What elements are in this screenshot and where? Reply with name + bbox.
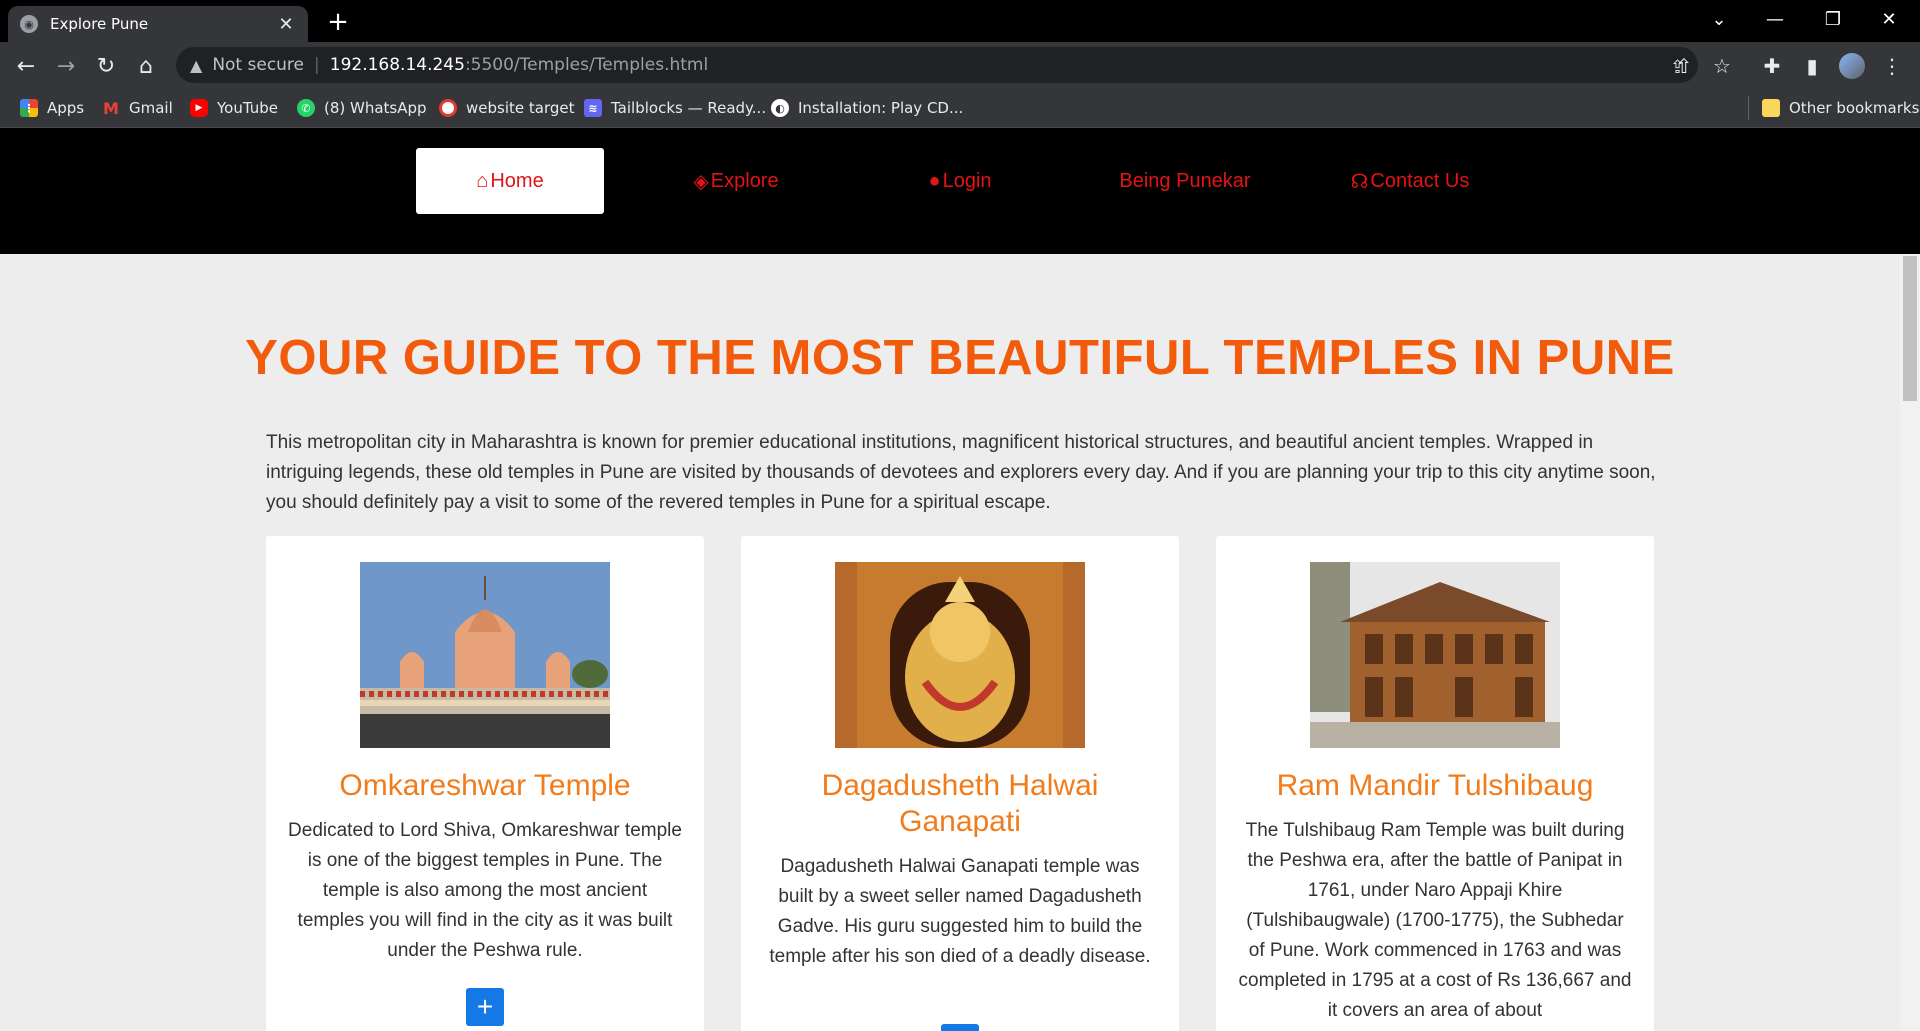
forward-icon[interactable]: → bbox=[50, 50, 82, 82]
url-path: :5500/Temples/Temples.html bbox=[464, 55, 709, 75]
url-separator: | bbox=[314, 55, 320, 75]
bookmark-gmail[interactable]: M Gmail bbox=[102, 96, 173, 120]
nav-contact-us[interactable]: ☊ Contact Us bbox=[1316, 148, 1504, 214]
nav-home[interactable]: ⌂ Home bbox=[416, 148, 604, 214]
bookmark-other[interactable]: Other bookmarks bbox=[1762, 96, 1919, 120]
share-page-icon[interactable]: ⇧ bbox=[1668, 50, 1700, 82]
bookmark-star-icon[interactable]: ☆ bbox=[1706, 50, 1738, 82]
card-title: Omkareshwar Temple bbox=[339, 769, 631, 802]
bookmark-youtube[interactable]: ▶ YouTube bbox=[190, 96, 278, 120]
menu-kebab-icon[interactable]: ⋮ bbox=[1876, 50, 1908, 82]
card-description: The Tulshibaug Ram Temple was built duri… bbox=[1238, 820, 1632, 1021]
bookmark-label: (8) WhatsApp bbox=[324, 99, 427, 117]
extensions-puzzle-icon[interactable]: ✚ bbox=[1756, 50, 1788, 82]
nav-being-punekar-label: Being Punekar bbox=[1119, 169, 1251, 192]
youtube-icon: ▶ bbox=[190, 99, 208, 117]
bookmark-website-target[interactable]: website target bbox=[439, 96, 575, 120]
bookmark-installation[interactable]: ◐ Installation: Play CD... bbox=[771, 96, 963, 120]
reload-icon[interactable]: ↻ bbox=[90, 50, 122, 82]
bookmark-label: Tailblocks — Ready... bbox=[611, 99, 767, 117]
restore-button[interactable]: ❐ bbox=[1810, 0, 1856, 38]
nav-login[interactable]: ● Login bbox=[866, 148, 1054, 214]
headset-icon: ☊ bbox=[1350, 170, 1369, 193]
dagadusheth-ganapati-image bbox=[835, 562, 1085, 748]
nav-contact-label: Contact Us bbox=[1370, 169, 1470, 192]
bookmark-whatsapp[interactable]: ✆ (8) WhatsApp bbox=[297, 96, 427, 120]
bookmark-apps[interactable]: ⋮ Apps bbox=[20, 96, 84, 120]
scrollbar-thumb[interactable] bbox=[1903, 256, 1917, 401]
close-window-button[interactable]: ✕ bbox=[1866, 0, 1912, 38]
bookmark-tailblocks[interactable]: ≋ Tailblocks — Ready... bbox=[584, 96, 766, 120]
browser-tab[interactable]: ◉ Explore Pune ✕ bbox=[8, 6, 308, 42]
gmail-icon: M bbox=[103, 98, 119, 118]
bookmarks-bar: ⋮ Apps M Gmail ▶ YouTube ✆ (8) WhatsApp … bbox=[0, 88, 1920, 128]
url-host: 192.168.14.245 bbox=[329, 55, 465, 75]
browser-tab-bar: ◉ Explore Pune ✕ + ⌄ — ❐ ✕ bbox=[0, 0, 1920, 42]
close-tab-icon[interactable]: ✕ bbox=[276, 14, 296, 35]
user-icon: ● bbox=[928, 169, 941, 192]
bookmark-label: Installation: Play CD... bbox=[798, 99, 964, 117]
bookmark-label: Gmail bbox=[129, 99, 173, 117]
ram-mandir-tulshibaug-image bbox=[1310, 562, 1560, 748]
side-panel-icon[interactable]: ▮ bbox=[1796, 50, 1828, 82]
warning-icon: ▲ bbox=[190, 55, 203, 75]
tab-title: Explore Pune bbox=[50, 15, 149, 33]
bookmarks-divider bbox=[1748, 96, 1749, 120]
expand-button[interactable]: + bbox=[941, 1024, 979, 1031]
globe-icon: ◐ bbox=[771, 99, 789, 117]
tailblocks-icon: ≋ bbox=[584, 99, 602, 117]
browser-toolbar: ← → ↻ ⌂ ▲ Not secure | 192.168.14.245 :5… bbox=[0, 42, 1920, 88]
bookmark-label: website target bbox=[466, 99, 575, 117]
bookmark-label: Other bookmarks bbox=[1789, 99, 1920, 117]
bookmark-label: Apps bbox=[47, 99, 85, 117]
card-title: Dagadusheth Halwai Ganapati bbox=[821, 769, 1099, 838]
temple-card-omkareshwar: Omkareshwar Temple Dedicated to Lord Shi… bbox=[266, 536, 704, 1031]
card-description: Dagadusheth Halwai Ganapati temple was b… bbox=[769, 856, 1151, 967]
site-navbar: ⌂ Home ◈ Explore ● Login Being Punekar ☊… bbox=[0, 128, 1920, 254]
temple-card-ram-mandir: Ram Mandir Tulshibaug The Tulshibaug Ram… bbox=[1216, 536, 1654, 1031]
globe-icon: ◉ bbox=[20, 15, 38, 33]
apps-grid-icon: ⋮ bbox=[20, 99, 38, 117]
card-description: Dedicated to Lord Shiva, Omkareshwar tem… bbox=[288, 820, 682, 961]
expand-button[interactable]: + bbox=[466, 988, 504, 1026]
address-bar[interactable]: ▲ Not secure | 192.168.14.245 :5500/Temp… bbox=[176, 47, 1698, 83]
nav-being-punekar[interactable]: Being Punekar bbox=[1091, 148, 1279, 214]
main-content: YOUR GUIDE TO THE MOST BEAUTIFUL TEMPLES… bbox=[0, 254, 1900, 1031]
nav-home-label: Home bbox=[490, 169, 544, 192]
tab-search-icon[interactable]: ⌄ bbox=[1696, 0, 1742, 38]
page-headline: YOUR GUIDE TO THE MOST BEAUTIFUL TEMPLES… bbox=[245, 331, 1675, 385]
bookmark-label: YouTube bbox=[217, 99, 278, 117]
target-icon bbox=[439, 99, 457, 117]
intro-paragraph: This metropolitan city in Maharashtra is… bbox=[266, 432, 1656, 513]
profile-avatar[interactable] bbox=[1836, 50, 1868, 82]
whatsapp-icon: ✆ bbox=[297, 99, 315, 117]
nav-login-label: Login bbox=[942, 169, 992, 192]
nav-explore-label: Explore bbox=[710, 169, 779, 192]
nav-explore[interactable]: ◈ Explore bbox=[642, 148, 830, 214]
new-tab-button[interactable]: + bbox=[322, 6, 354, 38]
home-icon[interactable]: ⌂ bbox=[130, 50, 162, 82]
diamond-direction-icon: ◈ bbox=[693, 170, 709, 193]
minimize-button[interactable]: — bbox=[1752, 0, 1798, 38]
folder-icon bbox=[1762, 99, 1780, 117]
temple-card-dagadusheth: Dagadusheth Halwai Ganapati Dagadusheth … bbox=[741, 536, 1179, 1031]
not-secure-label: Not secure bbox=[212, 55, 305, 75]
home-icon: ⌂ bbox=[476, 169, 489, 192]
omkareshwar-temple-image bbox=[360, 562, 610, 748]
back-icon[interactable]: ← bbox=[10, 50, 42, 82]
card-title: Ram Mandir Tulshibaug bbox=[1276, 769, 1594, 802]
